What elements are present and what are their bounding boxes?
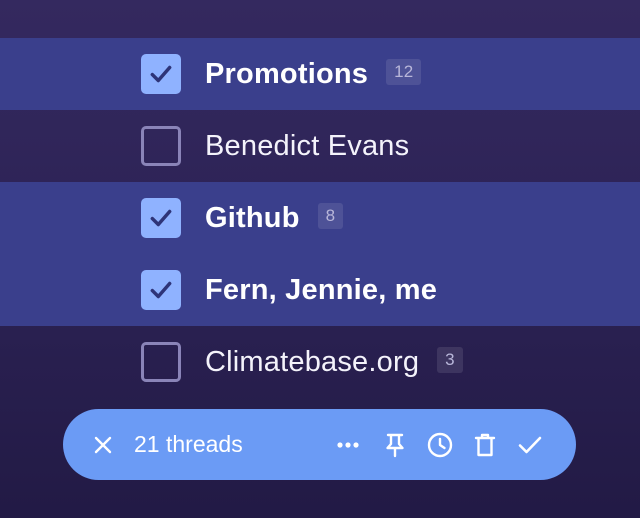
thread-row-fern-jennie-me[interactable]: Fern, Jennie, me — [0, 254, 640, 326]
checkmark-icon — [518, 436, 542, 453]
message-count-badge: 8 — [317, 202, 344, 229]
sender-name: Benedict Evans — [205, 129, 410, 162]
mark-done-button[interactable] — [515, 430, 545, 460]
checkmark-icon — [150, 209, 172, 227]
more-icon — [337, 441, 359, 448]
thread-sender: Promotions 12 — [205, 57, 422, 91]
thread-row-promotions[interactable]: Promotions 12 — [0, 38, 640, 110]
bulk-action-bar: 21 threads — [63, 409, 576, 480]
thread-checkbox[interactable] — [141, 270, 181, 310]
thread-row-benedict-evans[interactable]: Benedict Evans — [0, 110, 640, 182]
pin-icon — [386, 433, 404, 457]
selection-count: 21 threads — [134, 431, 243, 457]
sender-name: Promotions — [205, 57, 369, 90]
pin-button[interactable] — [380, 430, 410, 460]
snooze-button[interactable] — [425, 430, 455, 460]
trash-icon — [474, 433, 496, 456]
sender-name: Github — [205, 201, 300, 234]
message-count-badge: 12 — [386, 58, 422, 85]
thread-sender: Climatebase.org 3 — [205, 346, 463, 379]
message-count-badge: 3 — [437, 346, 463, 373]
thread-row-github[interactable]: Github 8 — [0, 182, 640, 254]
delete-button[interactable] — [470, 430, 500, 460]
close-icon — [94, 436, 112, 453]
checkmark-icon — [150, 65, 172, 83]
thread-checkbox[interactable] — [141, 126, 181, 166]
thread-list: Promotions 12 Benedict Evans Github 8 Fern… — [0, 38, 640, 398]
thread-checkbox[interactable] — [141, 342, 181, 382]
thread-checkbox[interactable] — [141, 54, 181, 94]
thread-sender: Fern, Jennie, me — [205, 274, 437, 307]
sender-name: Fern, Jennie, me — [205, 273, 438, 306]
thread-sender: Github 8 — [205, 201, 344, 235]
sender-name: Climatebase.org — [205, 345, 420, 378]
thread-row-climatebase[interactable]: Climatebase.org 3 — [0, 326, 640, 398]
snooze-clock-icon — [427, 432, 453, 457]
thread-checkbox[interactable] — [141, 198, 181, 238]
checkmark-icon — [150, 281, 172, 299]
more-button[interactable] — [333, 430, 363, 460]
thread-sender: Benedict Evans — [205, 130, 409, 163]
clear-selection-button[interactable] — [91, 433, 115, 457]
